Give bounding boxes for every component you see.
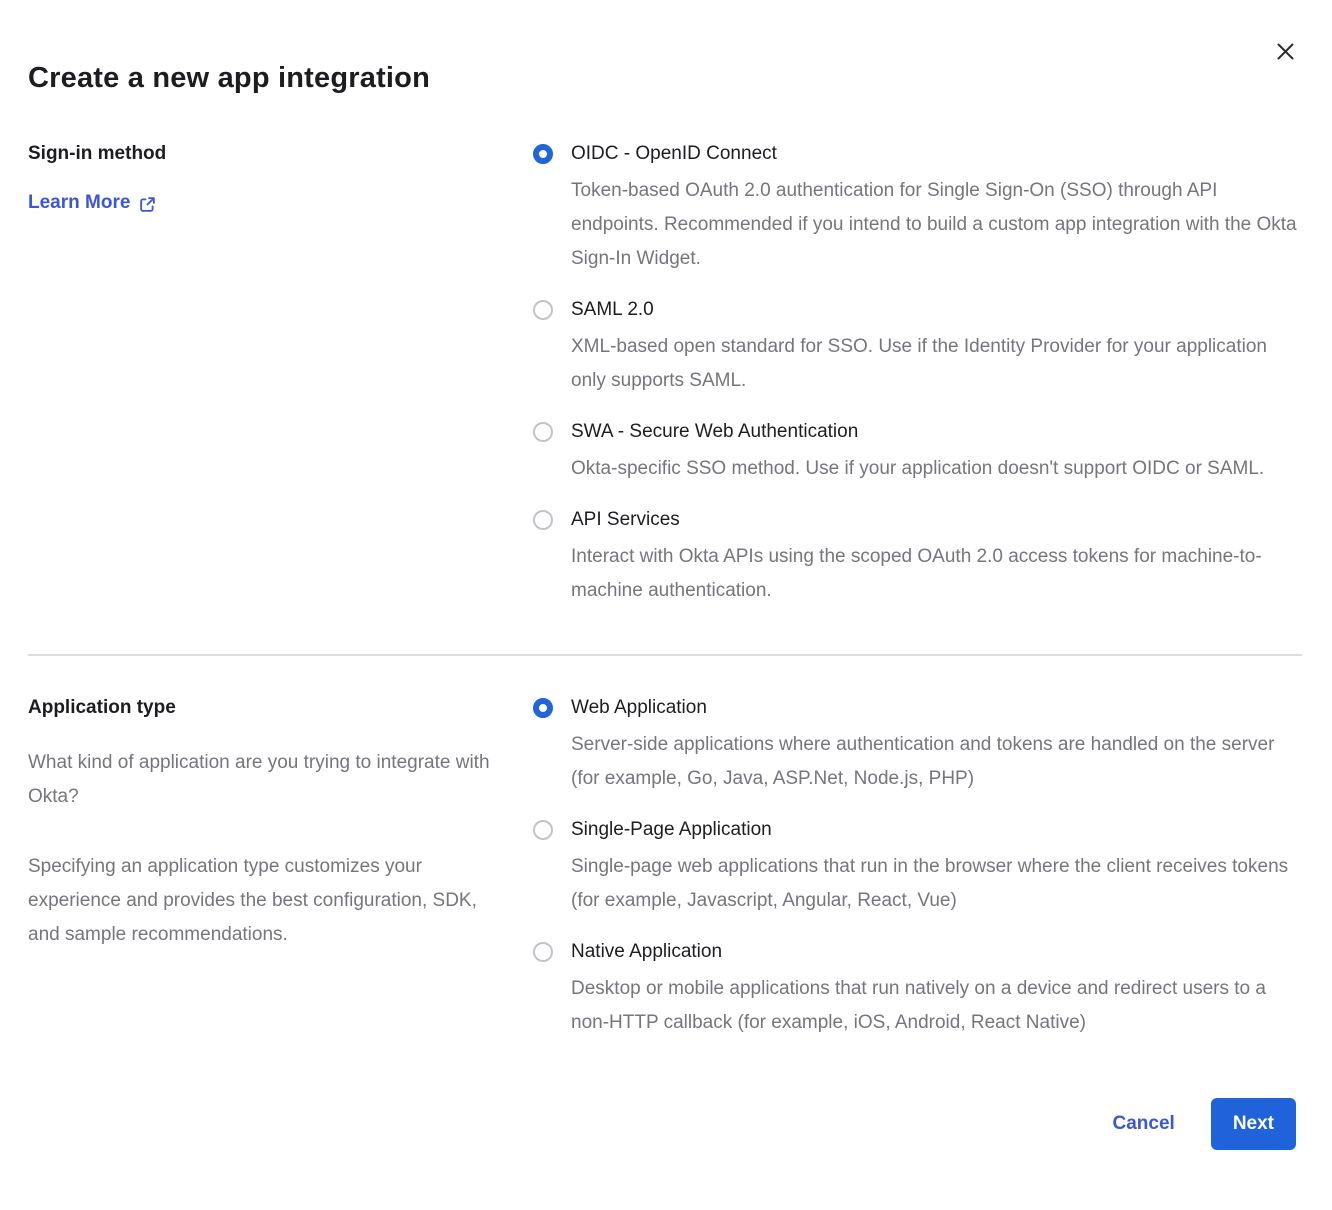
- cancel-button[interactable]: Cancel: [1113, 1113, 1175, 1135]
- external-link-icon: [139, 194, 156, 213]
- option-description-saml: XML-based open standard for SSO. Use if …: [571, 330, 1302, 398]
- close-button[interactable]: [1274, 40, 1296, 62]
- radio-icon-web-application[interactable]: [533, 698, 553, 718]
- application-type-question: What kind of application are you trying …: [28, 746, 503, 814]
- option-description-oidc: Token-based OAuth 2.0 authentication for…: [571, 174, 1302, 276]
- radio-icon-api-services[interactable]: [533, 510, 553, 530]
- create-app-integration-dialog: Create a new app integration Sign-in met…: [0, 0, 1332, 1150]
- option-label-native-application: Native Application: [571, 940, 1302, 964]
- option-label-oidc: OIDC - OpenID Connect: [571, 142, 1302, 166]
- radio-icon-native-application[interactable]: [533, 942, 553, 962]
- application-type-heading: Application type: [28, 696, 503, 720]
- application-type-note: Specifying an application type customize…: [28, 850, 503, 952]
- next-button[interactable]: Next: [1211, 1098, 1296, 1150]
- radio-icon-saml[interactable]: [533, 300, 553, 320]
- signin-method-heading: Sign-in method: [28, 142, 503, 166]
- learn-more-label: Learn More: [28, 192, 130, 214]
- radio-option-oidc[interactable]: OIDC - OpenID Connect Token-based OAuth …: [533, 142, 1302, 276]
- option-description-swa: Okta-specific SSO method. Use if your ap…: [571, 452, 1264, 486]
- radio-icon-single-page-application[interactable]: [533, 820, 553, 840]
- radio-option-web-application[interactable]: Web Application Server-side applications…: [533, 696, 1302, 796]
- close-icon: [1276, 42, 1295, 61]
- option-label-swa: SWA - Secure Web Authentication: [571, 420, 1264, 444]
- option-label-web-application: Web Application: [571, 696, 1302, 720]
- option-description-api-services: Interact with Okta APIs using the scoped…: [571, 540, 1302, 608]
- radio-icon-oidc[interactable]: [533, 144, 553, 164]
- page-title: Create a new app integration: [28, 58, 1302, 98]
- radio-option-swa[interactable]: SWA - Secure Web Authentication Okta-spe…: [533, 420, 1302, 486]
- radio-option-single-page-application[interactable]: Single-Page Application Single-page web …: [533, 818, 1302, 918]
- option-description-native-application: Desktop or mobile applications that run …: [571, 972, 1302, 1040]
- radio-option-saml[interactable]: SAML 2.0 XML-based open standard for SSO…: [533, 298, 1302, 398]
- learn-more-link[interactable]: Learn More: [28, 192, 156, 214]
- radio-option-native-application[interactable]: Native Application Desktop or mobile app…: [533, 940, 1302, 1040]
- option-label-saml: SAML 2.0: [571, 298, 1302, 322]
- option-description-single-page-application: Single-page web applications that run in…: [571, 850, 1302, 918]
- option-description-web-application: Server-side applications where authentic…: [571, 728, 1302, 796]
- option-label-single-page-application: Single-Page Application: [571, 818, 1302, 842]
- signin-method-section: Sign-in method Learn More OIDC - OpenID …: [28, 142, 1302, 608]
- radio-option-api-services[interactable]: API Services Interact with Okta APIs usi…: [533, 508, 1302, 608]
- dialog-footer: Cancel Next: [28, 1098, 1302, 1150]
- option-label-api-services: API Services: [571, 508, 1302, 532]
- section-divider: [28, 654, 1302, 656]
- radio-icon-swa[interactable]: [533, 422, 553, 442]
- application-type-section: Application type What kind of applicatio…: [28, 696, 1302, 1040]
